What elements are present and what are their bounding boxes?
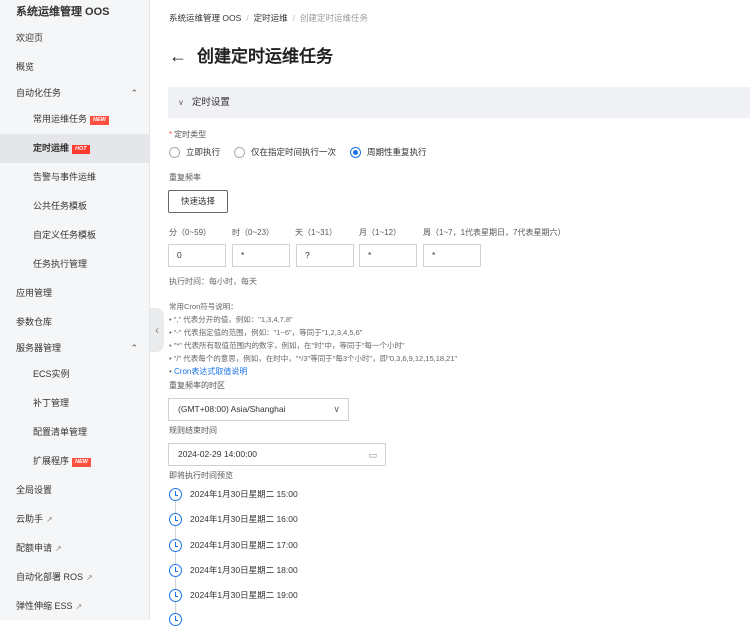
preview-item: 2024年1月30日星期二 15:00 <box>169 487 298 502</box>
cron-day-label: 天（1~31） <box>295 228 338 237</box>
sidebar-item-welcome[interactable]: 欢迎页 <box>0 24 149 53</box>
cron-hour-label: 时（0~23） <box>232 228 275 237</box>
schedule-type-radios: 立即执行 仅在指定时间执行一次 周期性重复执行 <box>169 146 427 158</box>
back-arrow-icon[interactable]: ← <box>169 46 187 66</box>
radio-once[interactable]: 仅在指定时间执行一次 <box>234 146 336 158</box>
sidebar-item-ros[interactable]: 自动化部署 ROS ↗ <box>0 563 149 592</box>
cron-help-link-row: • Cron表达式取值说明 <box>169 367 248 376</box>
radio-recurring[interactable]: 周期性重复执行 <box>350 146 427 158</box>
sidebar-item-extensions[interactable]: 扩展程序 NEW <box>0 447 149 476</box>
frequency-label: 重复频率 <box>169 173 201 182</box>
end-time-label: 规则结束时间 <box>169 426 217 435</box>
preview-item: 2024年1月30日星期二 19:00 <box>169 588 298 603</box>
preview-label: 即将执行时间预览 <box>169 471 233 480</box>
hot-badge: HOT <box>72 145 90 154</box>
new-badge: NEW <box>72 458 91 467</box>
preview-item: 2024年1月30日星期二 16:00 <box>169 512 298 527</box>
app-title: 系统运维管理 OOS <box>16 6 110 18</box>
clock-icon <box>169 564 182 578</box>
cron-month-input[interactable]: * <box>359 244 417 267</box>
preview-item: 2024年1月30日星期二 18:00 <box>169 563 298 578</box>
sidebar-item-common-tasks[interactable]: 常用运维任务 NEW <box>0 105 149 134</box>
main-content: 系统运维管理 OOS / 定时运维 / 创建定时运维任务 ← 创建定时运维任务 ∨ 定时设置… <box>151 0 750 626</box>
clock-icon <box>169 589 182 603</box>
cron-help-line: • "-" 代表指定值的范围，例如："1~6"，等同于"1,2,3,4,5,6" <box>169 328 363 337</box>
sidebar-item-ecs[interactable]: ECS实例 <box>0 360 149 389</box>
breadcrumb-item[interactable]: 系统运维管理 OOS <box>169 13 241 23</box>
clock-icon <box>169 488 182 502</box>
cron-help-line: • "," 代表分开的值，例如："1,3,4,7,8" <box>169 315 293 324</box>
external-link-icon: ↗ <box>75 602 83 611</box>
breadcrumb-current: 创建定时运维任务 <box>300 13 369 23</box>
cron-week-label: 周（1~7，1代表星期日，7代表星期六） <box>423 228 566 237</box>
cron-minute-label: 分（0~59） <box>169 228 212 237</box>
cron-help-title: 常用Cron符号说明： <box>169 302 238 311</box>
sidebar-item-scheduled-ops[interactable]: 定时运维 HOT <box>0 134 149 163</box>
chevron-up-icon: ⌃ <box>130 88 138 98</box>
timezone-label: 重复频率的时区 <box>169 381 225 390</box>
sidebar-item-global-settings[interactable]: 全局设置 <box>0 476 149 505</box>
cron-help-line: • "/" 代表每个的意思，例如，在时中，"*/3"等同于"每3个小时"，即"0… <box>169 354 458 363</box>
exec-time-text: 执行时间：每小时，每天 <box>169 277 257 286</box>
cron-hour-input[interactable]: * <box>232 244 290 267</box>
quick-select-button[interactable]: 快速选择 <box>168 190 228 213</box>
preview-item: 2024年1月30日星期二 17:00 <box>169 538 298 553</box>
schedule-type-label: * 定时类型 <box>169 130 207 139</box>
sidebar-item-overview[interactable]: 概览 <box>0 53 149 82</box>
sidebar-item-quota[interactable]: 配额申请 ↗ <box>0 534 149 563</box>
sidebar-item-ess[interactable]: 弹性伸缩 ESS ↗ <box>0 592 149 620</box>
external-link-icon: ↗ <box>46 515 53 524</box>
sidebar-item-patch-mgmt[interactable]: 补丁管理 <box>0 389 149 418</box>
cron-week-input[interactable]: * <box>423 244 481 267</box>
external-link-icon: ↗ <box>86 573 93 582</box>
cron-minute-input[interactable]: 0 <box>168 244 226 267</box>
sidebar-item-inventory[interactable]: 配置清单管理 <box>0 418 149 447</box>
clock-icon <box>169 539 182 553</box>
sidebar: 系统运维管理 OOS 欢迎页 概览 自动化任务 ⌃ 常用运维任务 NEW 定时运维 H… <box>0 0 150 620</box>
chevron-down-icon: ∨ <box>178 98 184 107</box>
cron-help-line: • "*" 代表所有取值范围内的数字，例如，在"时"中，等同于"每一个小时" <box>169 341 405 350</box>
new-badge: NEW <box>90 116 109 125</box>
cron-day-input[interactable]: ? <box>296 244 354 267</box>
sidebar-item-cloud-assistant[interactable]: 云助手 ↗ <box>0 505 149 534</box>
sidebar-item-server-mgmt[interactable]: 服务器管理 ⌃ <box>0 334 149 363</box>
cron-month-label: 月（1~12） <box>359 228 402 237</box>
page-title: ← 创建定时运维任务 <box>169 46 333 66</box>
clock-icon <box>169 513 182 527</box>
chevron-down-icon: ∨ <box>333 404 340 414</box>
radio-immediate[interactable]: 立即执行 <box>169 146 220 158</box>
preview-item-partial <box>169 612 190 626</box>
sidebar-item-public-templates[interactable]: 公共任务模板 <box>0 192 149 221</box>
section-header-schedule[interactable]: ∨ 定时设置 <box>168 87 750 118</box>
sidebar-item-parameter-store[interactable]: 参数仓库 <box>0 308 149 337</box>
calendar-icon: ▭ <box>368 450 377 460</box>
sidebar-item-app-mgmt[interactable]: 应用管理 <box>0 279 149 308</box>
sidebar-item-custom-templates[interactable]: 自定义任务模板 <box>0 221 149 250</box>
timezone-select[interactable]: (GMT+08:00) Asia/Shanghai ∨ <box>168 398 349 421</box>
end-time-picker[interactable]: 2024-02-29 14:00:00 ▭ <box>168 443 386 466</box>
breadcrumb-item[interactable]: 定时运维 <box>254 13 288 23</box>
breadcrumb: 系统运维管理 OOS / 定时运维 / 创建定时运维任务 <box>169 13 369 23</box>
sidebar-item-automation[interactable]: 自动化任务 ⌃ <box>0 79 149 108</box>
external-link-icon: ↗ <box>55 544 62 553</box>
cron-docs-link[interactable]: Cron表达式取值说明 <box>174 367 247 376</box>
sidebar-item-alert-ops[interactable]: 告警与事件运维 <box>0 163 149 192</box>
chevron-up-icon: ⌃ <box>130 343 138 353</box>
sidebar-item-execution-mgmt[interactable]: 任务执行管理 <box>0 250 149 279</box>
